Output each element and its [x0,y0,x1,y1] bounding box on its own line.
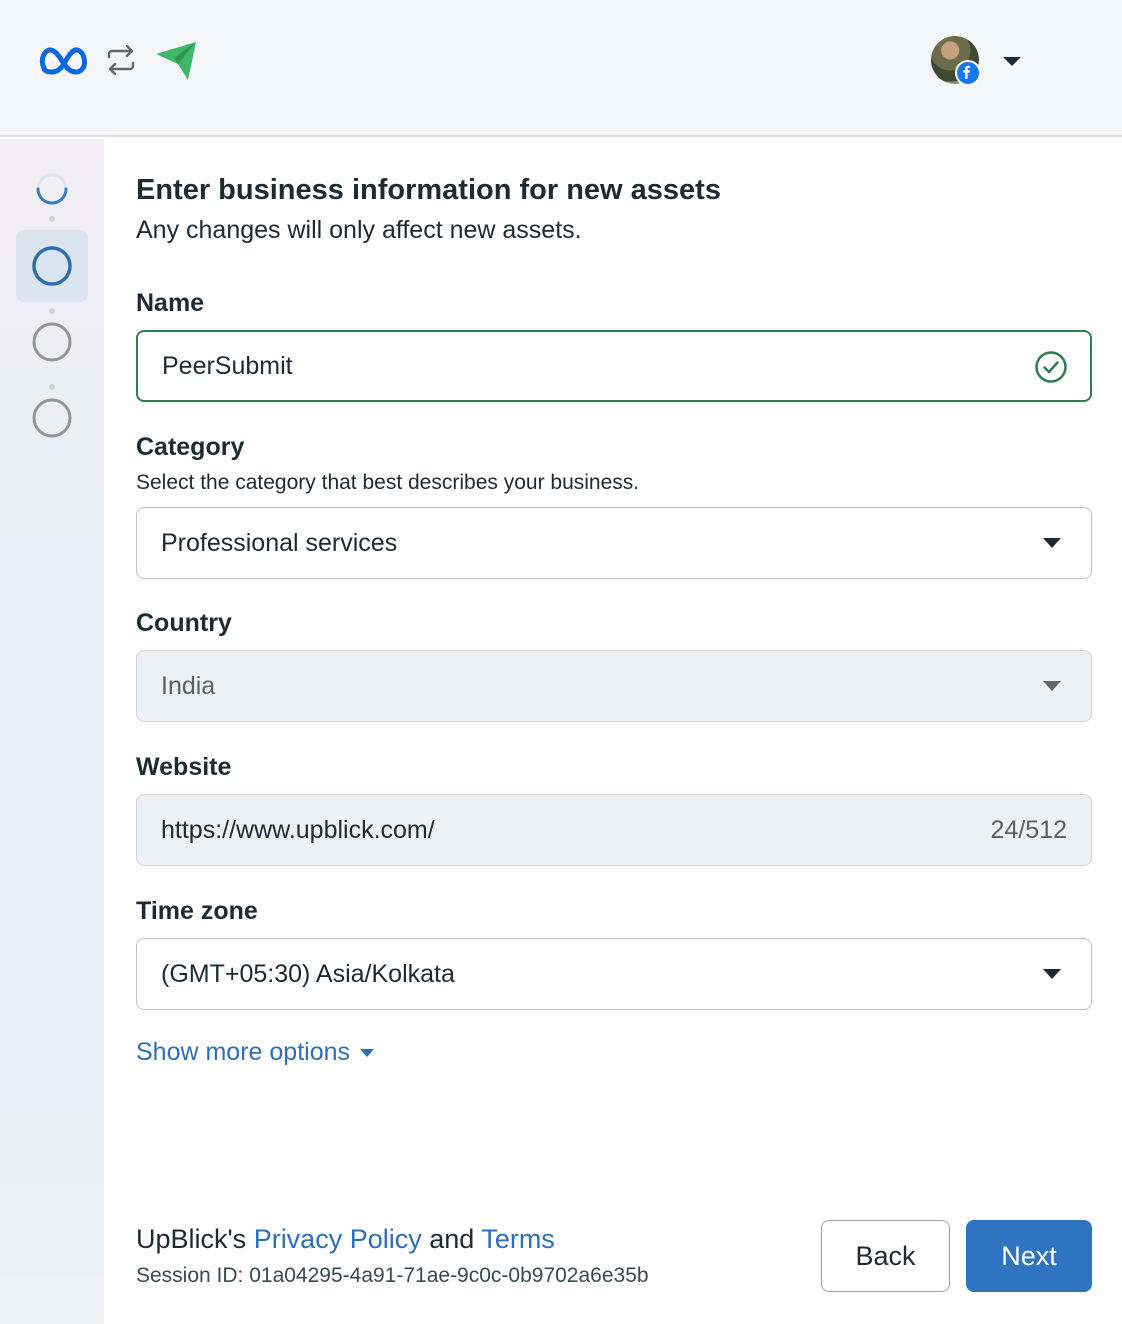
page-title: Enter business information for new asset… [136,174,721,206]
timezone-select[interactable]: (GMT+05:30) Asia/Kolkata [136,938,1092,1010]
chevron-down-icon [1043,969,1061,979]
next-button[interactable]: Next [966,1220,1092,1292]
country-select: India [136,650,1092,722]
terms-link[interactable]: Terms [481,1224,555,1254]
website-field: https://www.upblick.com/ 24/512 [136,794,1092,866]
character-counter: 24/512 [990,815,1067,844]
and-text: and [421,1224,482,1254]
privacy-policy-link[interactable]: Privacy Policy [254,1224,422,1254]
chevron-down-icon [360,1048,375,1057]
spinner-icon [36,173,68,205]
owner-prefix: UpBlick's [136,1224,254,1254]
step-pending [16,306,88,378]
step-loading [16,153,88,225]
form-panel [104,139,1122,1324]
avatar[interactable] [931,36,981,86]
switch-icon[interactable] [103,44,139,76]
show-more-options-link[interactable]: Show more options [136,1038,375,1067]
meta-logo-icon[interactable] [38,44,90,76]
facebook-icon [955,60,981,86]
chevron-down-icon [1043,538,1061,548]
session-id: Session ID: 01a04295-4a91-71ae-9c0c-0b97… [136,1264,649,1287]
country-value: India [161,671,216,700]
chevron-down-icon [1043,681,1061,691]
timezone-value: (GMT+05:30) Asia/Kolkata [161,959,455,988]
website-value: https://www.upblick.com/ [161,815,435,844]
category-helper: Select the category that best describes … [136,471,640,494]
back-button[interactable]: Back [821,1220,950,1292]
name-field[interactable]: PeerSubmit [136,330,1092,402]
top-bar [0,0,1122,137]
name-value[interactable]: PeerSubmit [162,332,293,400]
circle-icon [32,398,72,438]
check-circle-icon [1035,351,1067,383]
step-pending [16,382,88,454]
category-select[interactable]: Professional services [136,507,1092,579]
circle-icon [32,322,72,362]
category-label: Category [136,433,245,461]
page-subtitle: Any changes will only affect new assets. [136,216,582,244]
app-logo-icon[interactable] [154,40,198,82]
legal-text: UpBlick's Privacy Policy and Terms [136,1224,555,1255]
country-label: Country [136,609,232,637]
step-current[interactable] [16,230,88,302]
name-label: Name [136,289,205,317]
category-value: Professional services [161,528,398,557]
show-more-label: Show more options [136,1038,351,1066]
step-rail [0,139,104,1324]
circle-icon [32,246,72,286]
website-label: Website [136,753,232,781]
step-connector [49,216,55,222]
chevron-down-icon[interactable] [1000,52,1024,70]
timezone-label: Time zone [136,897,258,925]
